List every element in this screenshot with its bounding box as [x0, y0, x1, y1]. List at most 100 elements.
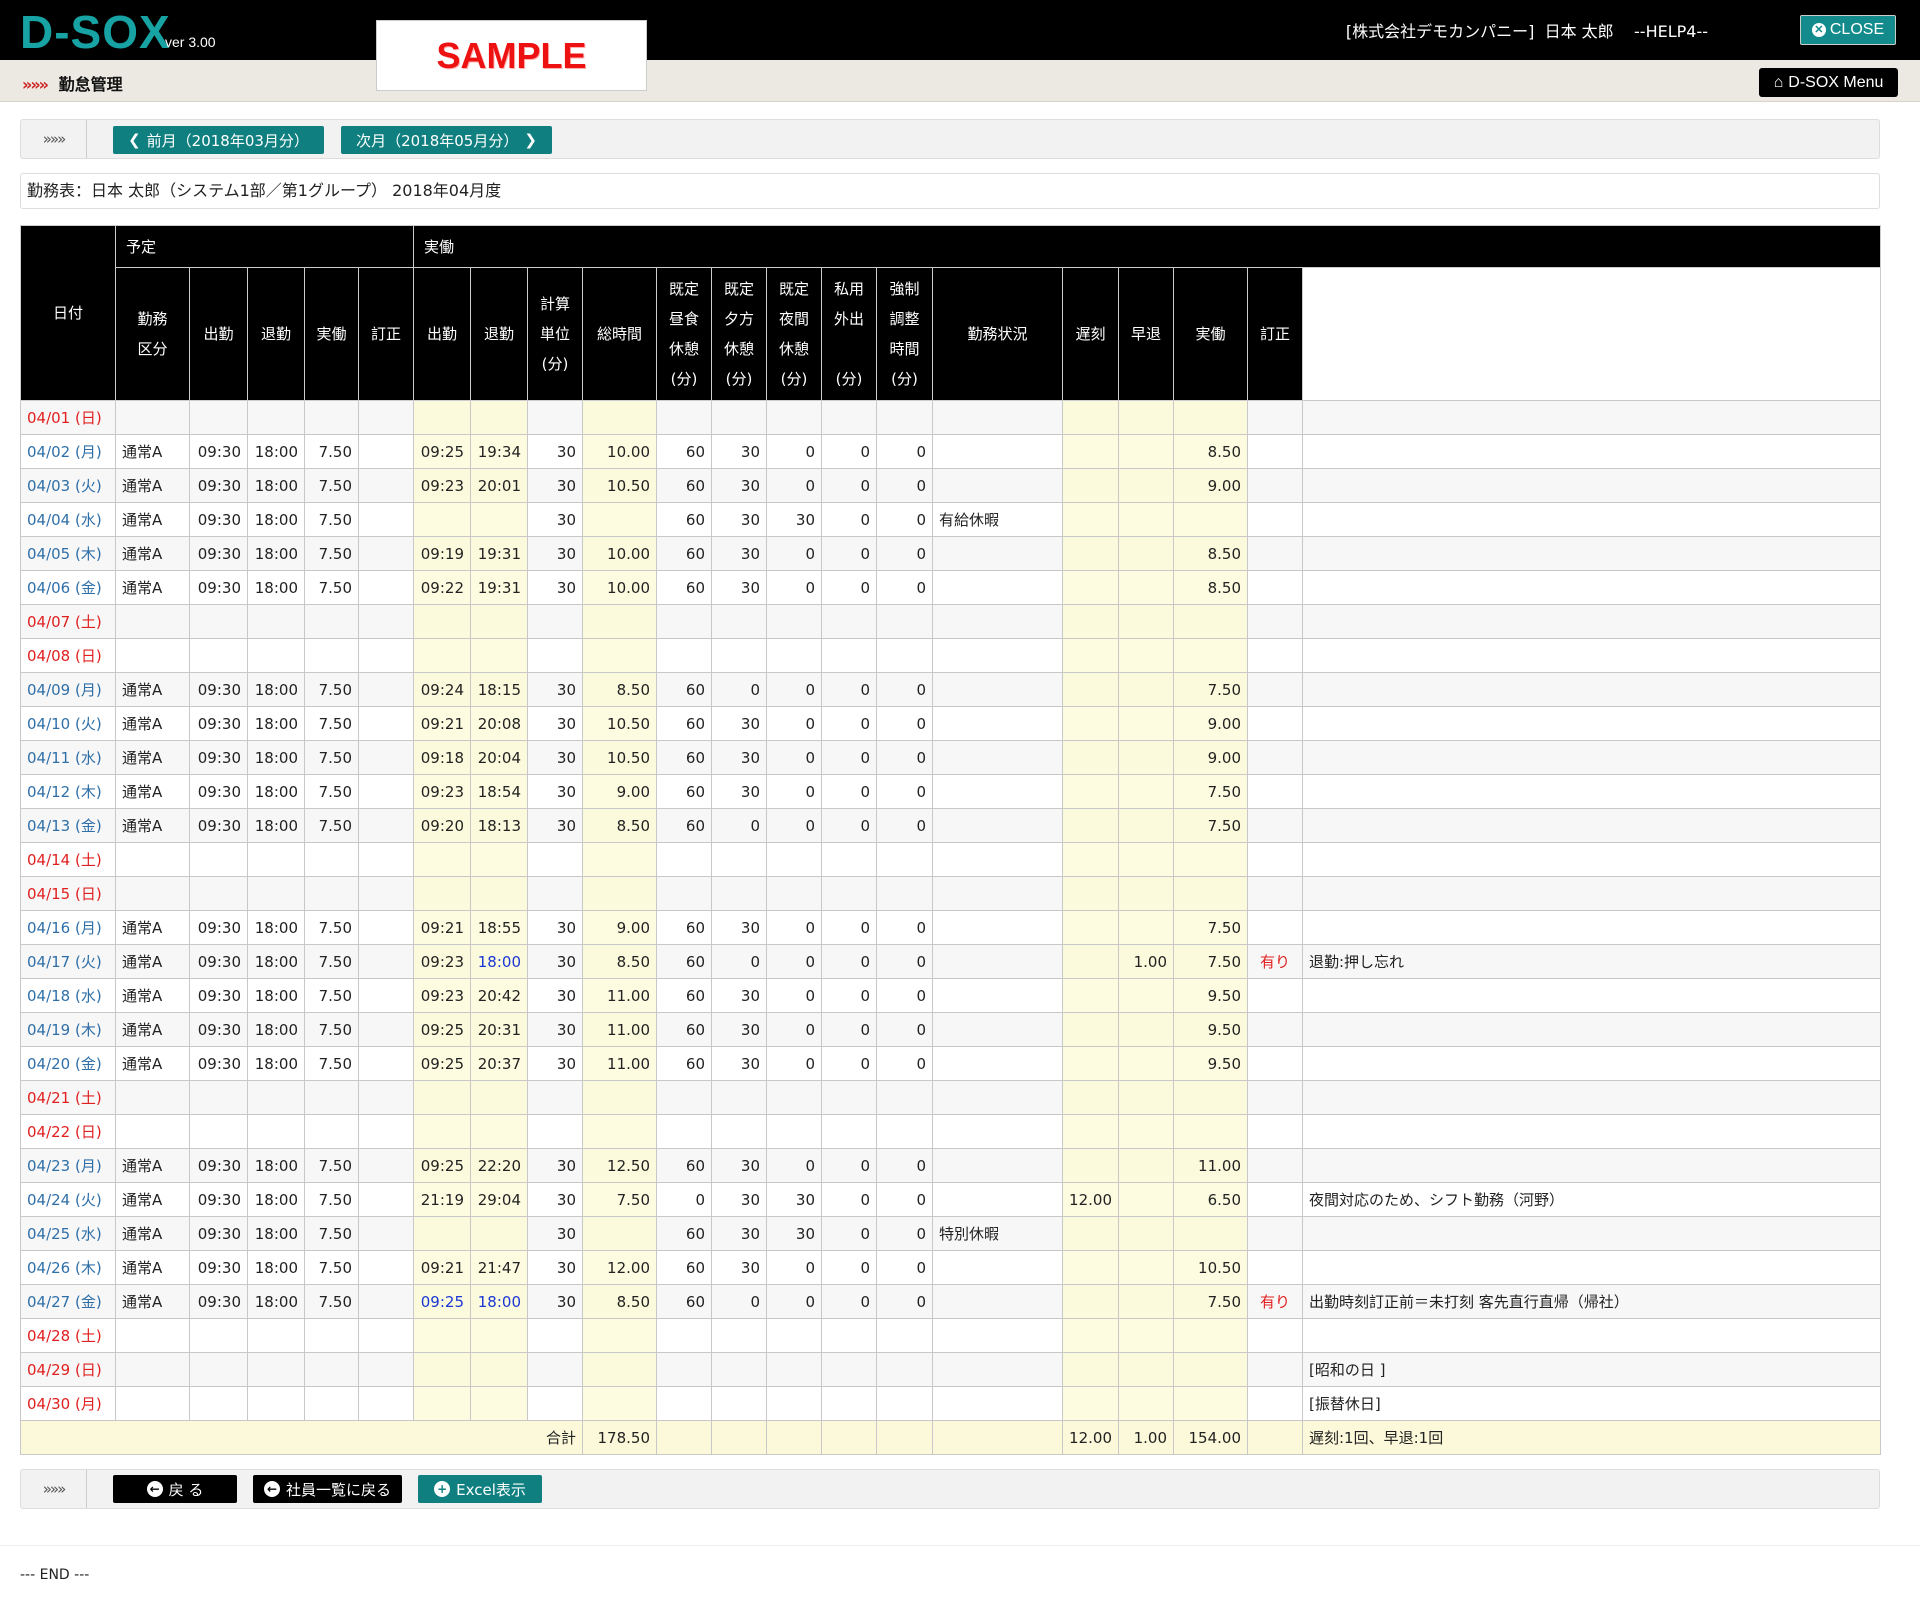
next-month-button[interactable]: 次月（2018年05月分） ❯ [341, 126, 552, 154]
close-button[interactable]: ✕ CLOSE [1800, 15, 1896, 45]
cell-work-status [932, 1148, 1063, 1183]
cell-date[interactable]: 04/25 (水) [20, 1216, 116, 1251]
cell-forced-adjust: 0 [876, 944, 933, 979]
cell-plan-in: 09:30 [189, 434, 248, 469]
cell-act-in: 09:25 [413, 1148, 471, 1183]
cell-date[interactable]: 04/18 (水) [20, 978, 116, 1013]
cell-plan-type: 通常A [115, 1250, 190, 1285]
cell-date[interactable]: 04/01 (日) [20, 400, 116, 435]
cell-private-out: 0 [821, 434, 877, 469]
cell-early-leave [1118, 1148, 1174, 1183]
cell-act-fix [1247, 706, 1303, 741]
cell-total-hours [582, 842, 657, 877]
dsox-menu-button[interactable]: ⌂ D-SOX Menu [1759, 68, 1898, 97]
cell-night-break: 0 [766, 910, 822, 945]
cell-plan-type [115, 1080, 190, 1115]
table-row: 04/16 (月) 通常A 09:30 18:00 7.50 09:21 18:55 30 9.… [20, 910, 1881, 945]
cell-plan-hours: 7.50 [304, 1250, 359, 1285]
cell-date[interactable]: 04/21 (土) [20, 1080, 116, 1115]
cell-date[interactable]: 04/03 (火) [20, 468, 116, 503]
cell-date[interactable]: 04/04 (水) [20, 502, 116, 537]
cell-act-hours: 7.50 [1173, 774, 1248, 809]
cell-total-hours [582, 638, 657, 673]
cell-plan-type: 通常A [115, 468, 190, 503]
user-info: [株式会社デモカンパニー] 日本 太郎 --HELP4-- [1346, 18, 1708, 42]
cell-total-hours [582, 1386, 657, 1421]
cell-act-out: 18:00 [470, 944, 528, 979]
cell-plan-type [115, 1352, 190, 1387]
cell-plan-out: 18:00 [247, 1216, 305, 1251]
cell-date[interactable]: 04/27 (金) [20, 1284, 116, 1319]
cell-unit [527, 1352, 583, 1387]
cell-date[interactable]: 04/29 (日) [20, 1352, 116, 1387]
cell-early-leave [1118, 536, 1174, 571]
cell-date[interactable]: 04/24 (火) [20, 1182, 116, 1217]
cell-lunch-break [656, 1114, 712, 1149]
cell-date[interactable]: 04/14 (土) [20, 842, 116, 877]
cell-date[interactable]: 04/13 (金) [20, 808, 116, 843]
cell-act-in [413, 1216, 471, 1251]
cell-forced-adjust: 0 [876, 468, 933, 503]
cell-night-break: 0 [766, 978, 822, 1013]
cell-plan-out [247, 1114, 305, 1149]
table-row: 04/30 (月) [振替休日] [20, 1386, 1881, 1421]
close-icon: ✕ [1811, 23, 1826, 37]
cell-lunch-break [656, 842, 712, 877]
cell-plan-hours: 7.50 [304, 1284, 359, 1319]
cell-act-fix [1247, 1148, 1303, 1183]
cell-date[interactable]: 04/19 (木) [20, 1012, 116, 1047]
cell-plan-fix [358, 978, 414, 1013]
cell-late [1062, 468, 1119, 503]
cell-night-break: 0 [766, 944, 822, 979]
cell-date[interactable]: 04/28 (土) [20, 1318, 116, 1353]
cell-date[interactable]: 04/07 (土) [20, 604, 116, 639]
cell-plan-in [189, 400, 248, 435]
cell-plan-hours: 7.50 [304, 808, 359, 843]
cell-plan-type [115, 400, 190, 435]
help-link[interactable]: --HELP4-- [1634, 22, 1708, 41]
cell-private-out: 0 [821, 808, 877, 843]
cell-date[interactable]: 04/08 (日) [20, 638, 116, 673]
prev-month-button[interactable]: ❮ 前月（2018年03月分） [113, 126, 324, 154]
cell-date[interactable]: 04/09 (月) [20, 672, 116, 707]
cell-private-out [821, 1318, 877, 1353]
cell-plan-hours: 7.50 [304, 1046, 359, 1081]
cell-date[interactable]: 04/23 (月) [20, 1148, 116, 1183]
cell-lunch-break: 60 [656, 1148, 712, 1183]
cell-plan-out: 18:00 [247, 502, 305, 537]
cell-act-hours [1173, 842, 1248, 877]
cell-date[interactable]: 04/12 (木) [20, 774, 116, 809]
cell-evening-break [711, 1318, 767, 1353]
table-row: 04/17 (火) 通常A 09:30 18:00 7.50 09:23 18:00 30 8.… [20, 944, 1881, 979]
cell-date[interactable]: 04/22 (日) [20, 1114, 116, 1149]
cell-date[interactable]: 04/30 (月) [20, 1386, 116, 1421]
cell-date[interactable]: 04/05 (木) [20, 536, 116, 571]
cell-date[interactable]: 04/26 (木) [20, 1250, 116, 1285]
cell-act-out: 20:37 [470, 1046, 528, 1081]
cell-evening-break: 30 [711, 468, 767, 503]
back-button[interactable]: ← 戻 る [113, 1475, 237, 1503]
cell-date[interactable]: 04/16 (月) [20, 910, 116, 945]
cell-act-out: 18:15 [470, 672, 528, 707]
cell-date[interactable]: 04/17 (火) [20, 944, 116, 979]
cell-plan-type: 通常A [115, 536, 190, 571]
cell-lunch-break [656, 1318, 712, 1353]
cell-plan-in [189, 842, 248, 877]
cell-early-leave [1118, 1182, 1174, 1217]
totals-empty [711, 1420, 767, 1455]
cell-date[interactable]: 04/20 (金) [20, 1046, 116, 1081]
cell-plan-hours: 7.50 [304, 1216, 359, 1251]
cell-date[interactable]: 04/15 (日) [20, 876, 116, 911]
excel-button[interactable]: + Excel表示 [418, 1475, 542, 1503]
cell-unit [527, 604, 583, 639]
cell-date[interactable]: 04/11 (水) [20, 740, 116, 775]
cell-night-break: 0 [766, 536, 822, 571]
table-row: 04/08 (日) [20, 638, 1881, 673]
employee-list-button[interactable]: ← 社員一覧に戻る [253, 1475, 402, 1503]
cell-date[interactable]: 04/06 (金) [20, 570, 116, 605]
cell-date[interactable]: 04/10 (火) [20, 706, 116, 741]
cell-plan-fix [358, 740, 414, 775]
cell-night-break [766, 1352, 822, 1387]
cell-date[interactable]: 04/02 (月) [20, 434, 116, 469]
cell-late [1062, 706, 1119, 741]
